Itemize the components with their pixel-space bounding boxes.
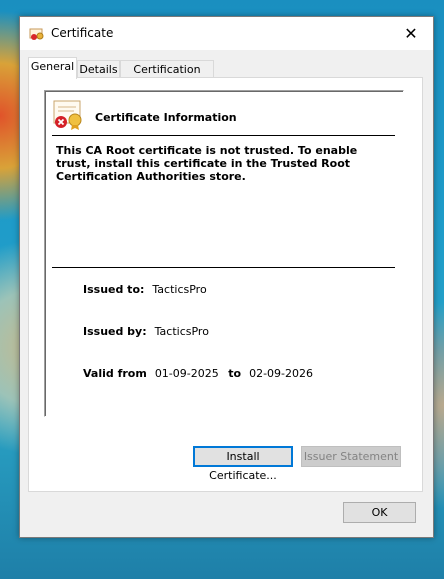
certificate-dialog: Certificate ✕ General Details Certificat… — [19, 16, 434, 538]
untrusted-certificate-icon — [52, 99, 84, 131]
close-icon[interactable]: ✕ — [389, 17, 433, 50]
issuer-statement-button[interactable]: Issuer Statement — [301, 446, 401, 467]
window-title: Certificate — [51, 26, 114, 40]
info-heading: Certificate Information — [95, 111, 237, 124]
issued-by-label: Issued by: — [83, 325, 147, 338]
issued-to-label: Issued to: — [83, 283, 145, 296]
install-certificate-button[interactable]: Install Certificate... — [193, 446, 293, 482]
tab-general[interactable]: General — [28, 57, 77, 79]
title-bar: Certificate ✕ — [20, 17, 433, 50]
divider-middle — [52, 267, 395, 268]
issued-by-row: Issued by: TacticsPro — [83, 325, 209, 338]
issued-by-value: TacticsPro — [154, 325, 209, 338]
valid-from-label: Valid from — [83, 367, 147, 380]
certificate-info-box: Certificate Information This CA Root cer… — [44, 90, 404, 417]
issued-to-value: TacticsPro — [152, 283, 207, 296]
certificate-icon — [29, 26, 45, 42]
trust-message: This CA Root certificate is not trusted.… — [56, 144, 358, 183]
tab-details[interactable]: Details — [77, 60, 120, 78]
valid-to-value: 02-09-2026 — [249, 367, 314, 380]
validity-row: Valid from 01-09-2025 to 02-09-2026 — [83, 367, 313, 380]
issued-to-row: Issued to: TacticsPro — [83, 283, 207, 296]
tab-certification-path[interactable]: Certification Path — [120, 60, 214, 93]
general-panel: Certificate Information This CA Root cer… — [28, 77, 423, 492]
valid-to-label: to — [228, 367, 242, 380]
ok-button[interactable]: OK — [343, 502, 416, 523]
valid-from-value: 01-09-2025 — [154, 367, 219, 380]
divider-top — [52, 135, 395, 136]
